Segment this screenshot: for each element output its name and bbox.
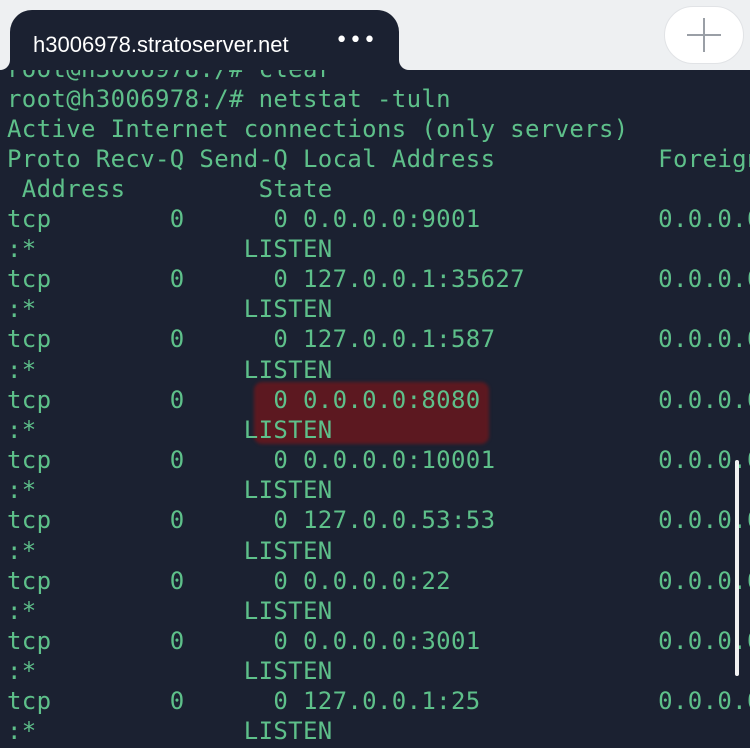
table-row: :* LISTEN [7, 416, 333, 444]
scrollbar-thumb[interactable] [735, 460, 739, 676]
table-row: tcp 0 0 127.0.0.1:25 0.0.0.0 [7, 687, 750, 715]
table-header: Address State [7, 175, 333, 203]
new-tab-button[interactable] [664, 6, 744, 64]
terminal-line: root@h3006978:/# clear [7, 70, 333, 84]
tab-corner [0, 50, 10, 70]
table-row: :* LISTEN [7, 657, 333, 685]
table-row: tcp 0 0 0.0.0.0:10001 0.0.0.0 [7, 446, 750, 474]
table-row: tcp 0 0 127.0.0.1:35627 0.0.0.0 [7, 265, 750, 293]
table-row: :* LISTEN [7, 235, 333, 263]
tab-bar: h3006978.stratoserver.net ••• [0, 0, 750, 70]
table-row: :* LISTEN [7, 537, 333, 565]
tab-corner [399, 50, 409, 70]
table-row: tcp 0 0 0.0.0.0:8080 0.0.0.0 [7, 386, 750, 414]
table-row: :* LISTEN [7, 597, 333, 625]
table-header: Proto Recv-Q Send-Q Local Address Foreig… [7, 145, 750, 173]
more-icon[interactable]: ••• [335, 28, 377, 53]
table-row: :* LISTEN [7, 295, 333, 323]
terminal-output[interactable]: root@h3006978:/# clear root@h3006978:/# … [0, 70, 750, 748]
tab-active[interactable]: h3006978.stratoserver.net ••• [10, 10, 399, 70]
table-row: tcp 0 0 0.0.0.0:9001 0.0.0.0 [7, 205, 750, 233]
table-row: tcp 0 0 0.0.0.0:3001 0.0.0.0 [7, 627, 750, 655]
terminal-line: Active Internet connections (only server… [7, 115, 629, 143]
table-row: :* LISTEN [7, 476, 333, 504]
table-row: :* LISTEN [7, 717, 333, 745]
terminal-prompt-line: root@h3006978:/# netstat -tuln [7, 85, 451, 113]
table-row: tcp 0 0 127.0.0.53:53 0.0.0.0 [7, 506, 750, 534]
table-row: :* LISTEN [7, 356, 333, 384]
table-row: tcp 0 0 127.0.0.1:587 0.0.0.0 [7, 325, 750, 353]
tab-title: h3006978.stratoserver.net [33, 32, 289, 57]
table-row: tcp 0 0 0.0.0.0:22 0.0.0.0 [7, 567, 750, 595]
